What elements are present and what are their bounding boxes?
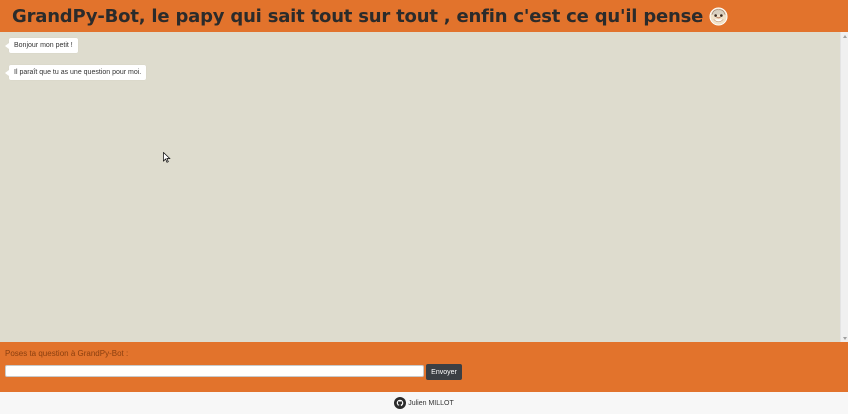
question-panel: Poses ta question à GrandPy-Bot : Envoye…	[0, 342, 848, 392]
send-button[interactable]: Envoyer	[426, 364, 462, 380]
papy-face-icon	[709, 6, 728, 26]
arrow-down-icon	[843, 336, 847, 340]
app-header: GrandPy-Bot, le papy qui sait tout sur t…	[0, 0, 848, 32]
footer: Julien MILLOT	[0, 392, 848, 414]
bot-message: Bonjour mon petit !	[5, 38, 78, 53]
mouse-cursor-icon	[163, 152, 171, 163]
author-name: Julien MILLOT	[408, 399, 454, 407]
arrow-up-icon	[843, 34, 847, 38]
bot-message: Il paraît que tu as une question pour mo…	[4, 65, 147, 80]
github-icon[interactable]	[394, 397, 407, 409]
chat-panel: Bonjour mon petit ! Il paraît que tu as …	[0, 32, 848, 342]
chat-scrollbar[interactable]	[840, 32, 848, 342]
page-title: GrandPy-Bot, le papy qui sait tout sur t…	[12, 5, 704, 27]
question-label: Poses ta question à GrandPy-Bot :	[5, 349, 129, 358]
chat-messages: Bonjour mon petit ! Il paraît que tu as …	[0, 32, 840, 342]
question-input[interactable]	[5, 365, 424, 377]
scroll-up-button[interactable]	[841, 32, 848, 40]
scroll-down-button[interactable]	[841, 334, 848, 342]
